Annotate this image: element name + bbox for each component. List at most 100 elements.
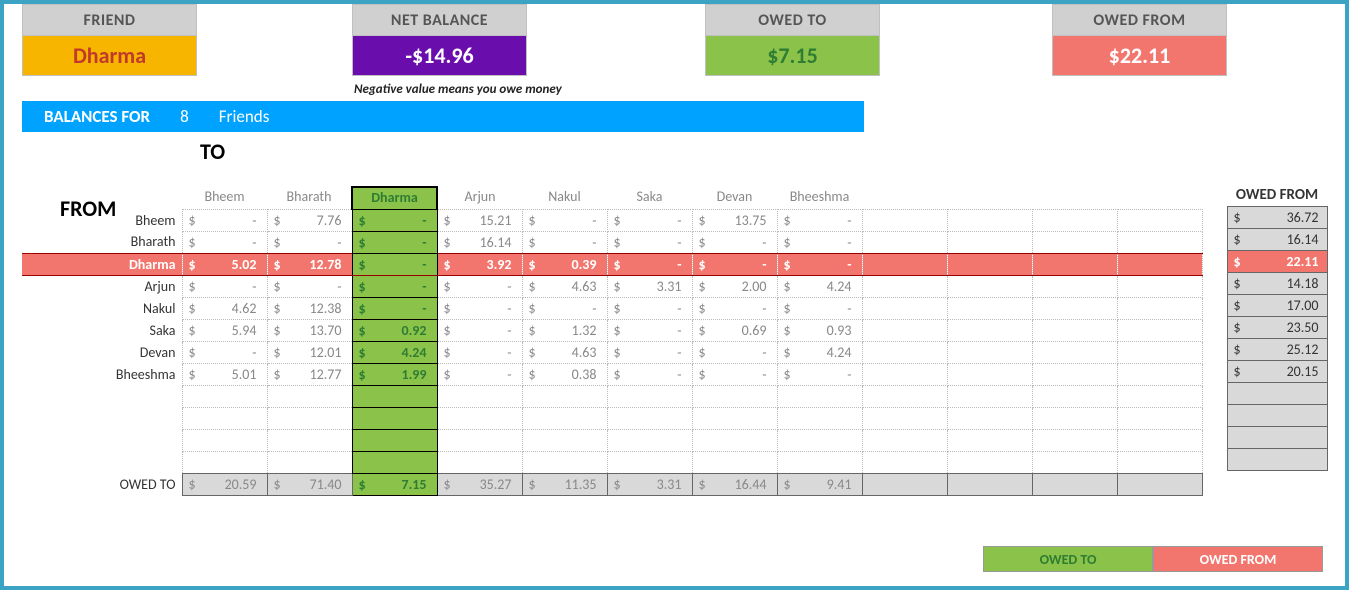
friend-label: FRIEND xyxy=(22,4,197,36)
owed-to-card: OWED TO $7.15 xyxy=(705,4,880,76)
matrix-cell[interactable]: $4.24 xyxy=(777,341,862,363)
owed-from-total: $25.12 xyxy=(1227,339,1327,361)
matrix-cell[interactable]: $- xyxy=(692,231,777,253)
matrix-cell[interactable]: $- xyxy=(692,341,777,363)
matrix-cell[interactable]: $- xyxy=(182,341,267,363)
matrix-cell[interactable]: $- xyxy=(522,297,607,319)
matrix-cell[interactable]: $- xyxy=(352,209,437,231)
matrix-cell[interactable]: $- xyxy=(777,297,862,319)
owed-to-label: OWED TO xyxy=(705,4,880,36)
matrix-cell[interactable]: $- xyxy=(777,253,862,275)
friends-word: Friends xyxy=(219,106,270,127)
matrix-cell[interactable]: $- xyxy=(607,319,692,341)
matrix-cell[interactable]: $12.77 xyxy=(267,363,352,385)
matrix-cell[interactable]: $0.69 xyxy=(692,319,777,341)
matrix-cell[interactable]: $1.99 xyxy=(352,363,437,385)
matrix-cell[interactable]: $- xyxy=(777,209,862,231)
matrix-cell[interactable]: $3.92 xyxy=(437,253,522,275)
net-balance-card: NET BALANCE -$14.96 xyxy=(352,4,527,76)
owed-from-total: $14.18 xyxy=(1227,273,1327,295)
matrix-cell[interactable]: $5.94 xyxy=(182,319,267,341)
legend-owed-to: OWED TO xyxy=(983,546,1153,572)
matrix-cell[interactable]: $- xyxy=(607,231,692,253)
matrix-cell[interactable]: $3.31 xyxy=(607,275,692,297)
owed-to-total: $7.15 xyxy=(352,473,437,495)
matrix-cell[interactable]: $13.75 xyxy=(692,209,777,231)
matrix-cell[interactable]: $5.01 xyxy=(182,363,267,385)
matrix-cell[interactable]: $- xyxy=(182,209,267,231)
matrix-cell[interactable]: $- xyxy=(437,297,522,319)
row-header: Bheeshma xyxy=(22,363,182,385)
matrix-cell[interactable]: $7.76 xyxy=(267,209,352,231)
matrix-cell[interactable]: $- xyxy=(607,253,692,275)
matrix-cell[interactable]: $- xyxy=(352,275,437,297)
matrix-cell[interactable]: $- xyxy=(182,231,267,253)
matrix-cell[interactable]: $4.24 xyxy=(352,341,437,363)
matrix-cell[interactable]: $5.02 xyxy=(182,253,267,275)
matrix-cell[interactable]: $13.70 xyxy=(267,319,352,341)
matrix-cell[interactable]: $2.00 xyxy=(692,275,777,297)
matrix-cell[interactable]: $- xyxy=(692,363,777,385)
matrix-cell[interactable]: $- xyxy=(607,209,692,231)
owed-from-total: $16.14 xyxy=(1227,229,1327,251)
matrix-cell[interactable]: $- xyxy=(692,297,777,319)
owed-to-row-label: OWED TO xyxy=(22,473,182,495)
col-header: Nakul xyxy=(522,187,607,209)
row-header: Nakul xyxy=(22,297,182,319)
matrix-cell[interactable]: $16.14 xyxy=(437,231,522,253)
balance-matrix[interactable]: BheemBharathDharmaArjunNakulSakaDevanBhe… xyxy=(22,186,1203,496)
matrix-cell[interactable]: $- xyxy=(352,231,437,253)
row-header: Devan xyxy=(22,341,182,363)
matrix-cell[interactable]: $- xyxy=(437,341,522,363)
legend: OWED TO OWED FROM xyxy=(983,546,1323,572)
row-header: Dharma xyxy=(22,253,182,275)
matrix-cell[interactable]: $- xyxy=(352,253,437,275)
matrix-cell[interactable]: $4.63 xyxy=(522,275,607,297)
matrix-cell[interactable]: $- xyxy=(777,231,862,253)
matrix-cell[interactable]: $- xyxy=(437,363,522,385)
matrix-cell[interactable]: $- xyxy=(607,297,692,319)
matrix-cell[interactable]: $4.62 xyxy=(182,297,267,319)
matrix-cell[interactable]: $4.24 xyxy=(777,275,862,297)
matrix-cell[interactable]: $- xyxy=(437,319,522,341)
matrix-cell[interactable]: $12.78 xyxy=(267,253,352,275)
matrix-cell[interactable]: $- xyxy=(607,341,692,363)
matrix-cell[interactable]: $- xyxy=(522,231,607,253)
owed-to-total: $9.41 xyxy=(777,473,862,495)
summary-row: FRIEND Dharma NET BALANCE -$14.96 OWED T… xyxy=(4,4,1345,76)
matrix-cell[interactable]: $- xyxy=(692,253,777,275)
net-balance-label: NET BALANCE xyxy=(352,4,527,36)
col-header: Devan xyxy=(692,187,777,209)
owed-to-total: $11.35 xyxy=(522,473,607,495)
owed-from-label: OWED FROM xyxy=(1052,4,1227,36)
owed-from-total: $22.11 xyxy=(1227,251,1327,273)
matrix-cell[interactable]: $- xyxy=(182,275,267,297)
friend-value[interactable]: Dharma xyxy=(22,36,197,76)
matrix-cell[interactable]: $0.92 xyxy=(352,319,437,341)
matrix-cell[interactable]: $0.39 xyxy=(522,253,607,275)
col-header: Dharma xyxy=(352,187,437,209)
friend-card: FRIEND Dharma xyxy=(22,4,197,76)
matrix-cell[interactable]: $15.21 xyxy=(437,209,522,231)
matrix-cell[interactable]: $- xyxy=(437,275,522,297)
row-header: Bharath xyxy=(22,231,182,253)
matrix-cell[interactable]: $- xyxy=(777,363,862,385)
matrix-cell[interactable]: $- xyxy=(267,231,352,253)
matrix-cell[interactable]: $- xyxy=(522,209,607,231)
matrix-cell[interactable]: $- xyxy=(267,275,352,297)
owed-from-value: $22.11 xyxy=(1052,36,1227,76)
legend-owed-from: OWED FROM xyxy=(1153,546,1323,572)
matrix-cell[interactable]: $1.32 xyxy=(522,319,607,341)
matrix-cell[interactable]: $- xyxy=(352,297,437,319)
matrix-cell[interactable]: $4.63 xyxy=(522,341,607,363)
owed-to-total: $71.40 xyxy=(267,473,352,495)
row-header: Bheem xyxy=(22,209,182,231)
balances-bar: BALANCES FOR 8 Friends xyxy=(22,101,864,132)
owed-from-total: $20.15 xyxy=(1227,361,1327,383)
matrix-cell[interactable]: $12.38 xyxy=(267,297,352,319)
matrix-cell[interactable]: $0.93 xyxy=(777,319,862,341)
axis-to-label: TO xyxy=(4,132,1345,169)
matrix-cell[interactable]: $0.38 xyxy=(522,363,607,385)
matrix-cell[interactable]: $12.01 xyxy=(267,341,352,363)
matrix-cell[interactable]: $- xyxy=(607,363,692,385)
